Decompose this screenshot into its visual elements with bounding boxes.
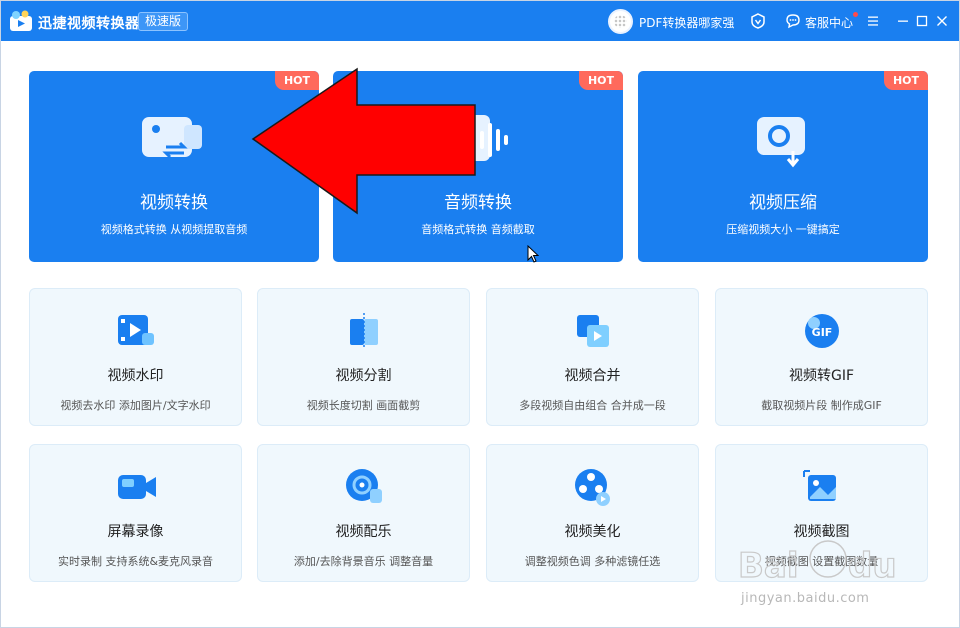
title-bar: 迅捷视频转换器 极速版 PDF转换器哪家强 客服中心	[1, 1, 959, 41]
card-desc: 压缩视频大小 一键搞定	[726, 223, 840, 236]
video-beautify-card[interactable]: 视频美化 调整视频色调 多种滤镜任选	[486, 444, 699, 582]
watermark-text: jingyan.baidu.com	[741, 591, 870, 606]
card-title: 视频水印	[107, 368, 164, 384]
app-window: 迅捷视频转换器 极速版 PDF转换器哪家强 客服中心 HOT 视频转换 视频格式…	[0, 0, 960, 628]
customer-service-icon[interactable]	[785, 13, 801, 29]
card-title: 视频配乐	[335, 524, 392, 540]
hot-badge: HOT	[579, 71, 623, 90]
svg-text:Bai: Bai	[738, 546, 799, 586]
customer-service-button[interactable]: 客服中心	[805, 14, 853, 31]
screen-record-card[interactable]: 屏幕录像 实时录制 支持系统&麦克风录音	[29, 444, 242, 582]
card-desc: 实时录制 支持系统&麦克风录音	[57, 555, 214, 568]
card-title: 屏幕录像	[107, 524, 164, 540]
svg-text:du: du	[848, 546, 897, 586]
card-desc: 多段视频自由组合 合并成一段	[519, 399, 666, 412]
card-desc: 视频长度切割 画面截剪	[306, 399, 421, 412]
minimize-icon[interactable]	[897, 15, 909, 27]
video-compress-card[interactable]: HOT 视频压缩 压缩视频大小 一键搞定	[638, 71, 928, 262]
app-title: 迅捷视频转换器	[38, 16, 140, 32]
menu-icon[interactable]	[867, 15, 879, 27]
card-desc: 音频格式转换 音频截取	[421, 223, 535, 236]
card-title: 视频美化	[564, 524, 621, 540]
svg-text:GIF: GIF	[812, 326, 833, 339]
card-desc: 调整视频色调 多种滤镜任选	[524, 555, 661, 568]
video-music-icon	[346, 469, 382, 503]
video-music-card[interactable]: 视频配乐 添加/去除背景音乐 调整音量	[257, 444, 470, 582]
card-desc: 视频去水印 添加图片/文字水印	[60, 399, 211, 412]
hot-badge: HOT	[884, 71, 928, 90]
video-gif-icon: GIF	[805, 314, 839, 348]
video-merge-icon	[577, 315, 609, 347]
card-title: 视频分割	[335, 368, 392, 384]
screen-record-icon	[118, 475, 156, 499]
video-split-card[interactable]: 视频分割 视频长度切割 画面截剪	[257, 288, 470, 426]
video-watermark-icon	[118, 315, 154, 345]
card-title: 视频转GIF	[788, 368, 855, 384]
video-watermark-card[interactable]: 视频水印 视频去水印 添加图片/文字水印	[29, 288, 242, 426]
video-split-icon	[350, 313, 378, 349]
red-arrow-annotation	[251, 67, 476, 215]
video-merge-card[interactable]: 视频合并 多段视频自由组合 合并成一段	[486, 288, 699, 426]
card-desc: 添加/去除背景音乐 调整音量	[293, 555, 434, 568]
video-screenshot-icon	[803, 470, 836, 501]
notification-dot	[853, 12, 858, 17]
video-compress-icon	[757, 117, 805, 168]
card-desc: 截取视频片段 制作成GIF	[761, 399, 882, 412]
username-label[interactable]: PDF转换器哪家强	[639, 14, 734, 31]
card-desc: 视频格式转换 从视频提取音频	[100, 223, 248, 236]
mouse-cursor-icon	[527, 245, 539, 263]
app-logo-icon	[10, 10, 32, 31]
video-convert-icon	[142, 117, 202, 159]
user-avatar[interactable]	[608, 9, 633, 34]
maximize-icon[interactable]	[916, 15, 928, 27]
video-gif-card[interactable]: GIF 视频转GIF 截取视频片段 制作成GIF	[715, 288, 928, 426]
close-icon[interactable]	[936, 15, 948, 27]
video-beautify-icon	[575, 469, 610, 506]
edition-badge: 极速版	[138, 12, 189, 31]
card-title: 视频合并	[564, 368, 621, 384]
vip-shield-icon[interactable]	[750, 13, 766, 29]
card-title: 视频压缩	[749, 193, 817, 213]
